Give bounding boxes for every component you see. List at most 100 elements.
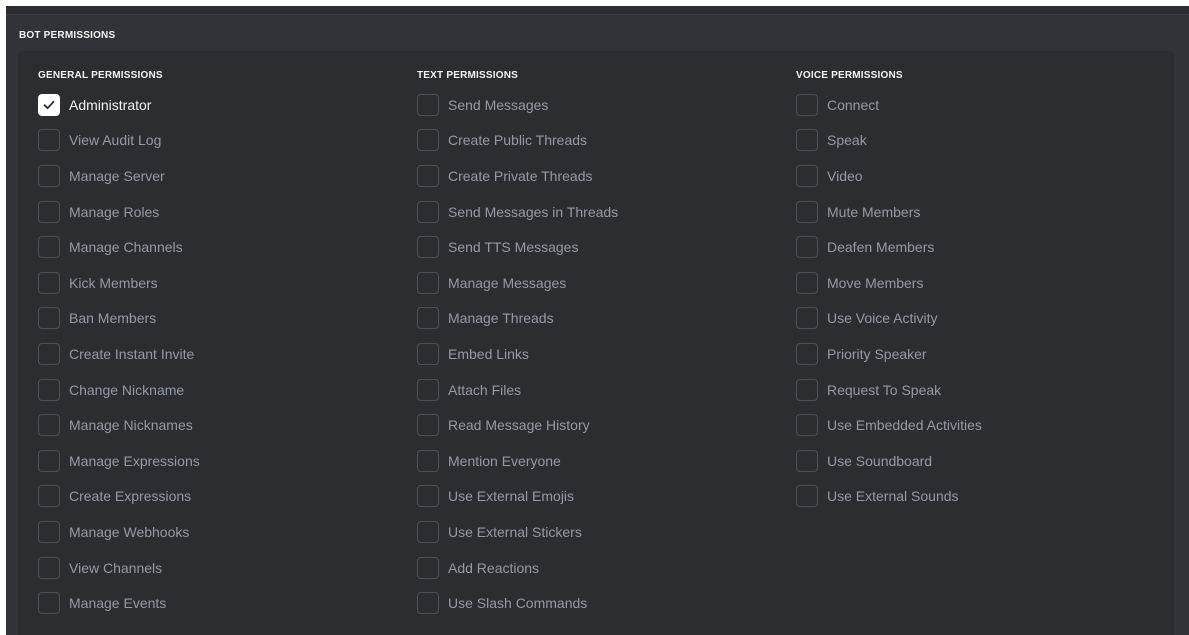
permission-checkbox[interactable] [38, 556, 60, 579]
permission-checkbox[interactable] [796, 307, 818, 330]
permission-checkbox[interactable] [38, 200, 60, 223]
permission-create-public-threads[interactable]: Create Public Threads [417, 123, 618, 159]
permission-label: Send Messages in Threads [448, 203, 619, 220]
permission-checkbox[interactable] [417, 164, 439, 187]
permission-read-message-history[interactable]: Read Message History [417, 407, 618, 443]
permission-checkbox[interactable] [796, 164, 818, 187]
permission-manage-nicknames[interactable]: Manage Nicknames [38, 407, 200, 443]
permission-label: Create Instant Invite [69, 345, 195, 362]
permission-checkbox[interactable] [38, 520, 60, 543]
permission-checkbox[interactable] [796, 378, 818, 401]
permission-manage-events[interactable]: Manage Events [38, 585, 200, 621]
permission-use-external-stickers[interactable]: Use External Stickers [417, 514, 618, 550]
permission-use-voice-activity[interactable]: Use Voice Activity [796, 301, 982, 337]
permission-deafen-members[interactable]: Deafen Members [796, 229, 982, 265]
permission-checkbox[interactable] [38, 236, 60, 259]
permission-checkbox[interactable] [796, 342, 818, 365]
permission-checkbox[interactable] [417, 200, 439, 223]
permission-label: Manage Messages [448, 274, 567, 291]
permission-checkbox[interactable] [796, 129, 818, 152]
permission-create-private-threads[interactable]: Create Private Threads [417, 158, 618, 194]
permission-checkbox[interactable] [38, 592, 60, 615]
permission-label: Attach Files [448, 381, 522, 398]
permission-kick-members[interactable]: Kick Members [38, 265, 200, 301]
permission-checkbox[interactable] [38, 129, 60, 152]
permission-label: Move Members [827, 274, 924, 291]
permission-checkbox[interactable] [796, 236, 818, 259]
general-permissions-list: Administrator View Audit Log Manage Server… [38, 87, 200, 621]
permission-checkbox[interactable] [417, 449, 439, 472]
permission-checkbox[interactable] [417, 307, 439, 330]
permission-checkbox[interactable] [796, 485, 818, 508]
permission-label: Add Reactions [448, 559, 540, 576]
permission-view-channels[interactable]: View Channels [38, 550, 200, 586]
permission-use-soundboard[interactable]: Use Soundboard [796, 443, 982, 479]
permission-checkbox[interactable] [417, 520, 439, 543]
permission-use-external-sounds[interactable]: Use External Sounds [796, 479, 982, 515]
permission-ban-members[interactable]: Ban Members [38, 301, 200, 337]
permission-checkbox[interactable] [417, 485, 439, 508]
permission-send-tts-messages[interactable]: Send TTS Messages [417, 229, 618, 265]
permission-label: Embed Links [448, 345, 529, 362]
permission-create-expressions[interactable]: Create Expressions [38, 479, 200, 515]
permission-mute-members[interactable]: Mute Members [796, 194, 982, 230]
permission-mention-everyone[interactable]: Mention Everyone [417, 443, 618, 479]
permission-checkbox[interactable] [417, 93, 439, 116]
permission-checkbox[interactable] [796, 93, 818, 116]
permission-manage-webhooks[interactable]: Manage Webhooks [38, 514, 200, 550]
section-title: BOT PERMISSIONS [19, 30, 116, 41]
permission-checkbox[interactable] [796, 414, 818, 437]
permission-label: Send TTS Messages [448, 239, 579, 256]
permission-checkbox[interactable] [38, 271, 60, 294]
permission-manage-messages[interactable]: Manage Messages [417, 265, 618, 301]
permission-checkbox[interactable] [796, 449, 818, 472]
permission-checkbox[interactable] [38, 449, 60, 472]
permission-speak[interactable]: Speak [796, 123, 982, 159]
permission-checkbox[interactable] [417, 592, 439, 615]
permission-label: Ban Members [69, 310, 157, 327]
permission-label: Use External Stickers [448, 523, 582, 540]
permission-request-to-speak[interactable]: Request To Speak [796, 372, 982, 408]
permission-video[interactable]: Video [796, 158, 982, 194]
permission-send-messages-in-threads[interactable]: Send Messages in Threads [417, 194, 618, 230]
permission-connect[interactable]: Connect [796, 87, 982, 123]
permission-send-messages[interactable]: Send Messages [417, 87, 618, 123]
voice-permissions-list: Connect Speak Video Mute Members Deafen Memb… [796, 87, 982, 514]
permission-create-instant-invite[interactable]: Create Instant Invite [38, 336, 200, 372]
column-title-text: TEXT PERMISSIONS [417, 70, 518, 81]
permission-checkbox[interactable] [796, 200, 818, 223]
permission-checkbox[interactable] [38, 342, 60, 365]
permission-checkbox[interactable] [417, 414, 439, 437]
permission-move-members[interactable]: Move Members [796, 265, 982, 301]
permission-attach-files[interactable]: Attach Files [417, 372, 618, 408]
permission-embed-links[interactable]: Embed Links [417, 336, 618, 372]
permission-priority-speaker[interactable]: Priority Speaker [796, 336, 982, 372]
permission-manage-channels[interactable]: Manage Channels [38, 229, 200, 265]
permission-label: Manage Webhooks [69, 523, 190, 540]
permission-manage-expressions[interactable]: Manage Expressions [38, 443, 200, 479]
permission-use-slash-commands[interactable]: Use Slash Commands [417, 585, 618, 621]
permission-manage-threads[interactable]: Manage Threads [417, 301, 618, 337]
permission-add-reactions[interactable]: Add Reactions [417, 550, 618, 586]
permission-checkbox[interactable] [38, 378, 60, 401]
permission-checkbox[interactable] [38, 485, 60, 508]
permission-manage-server[interactable]: Manage Server [38, 158, 200, 194]
permission-checkbox[interactable] [417, 271, 439, 294]
permission-use-embedded-activities[interactable]: Use Embedded Activities [796, 407, 982, 443]
permission-checkbox[interactable] [417, 378, 439, 401]
permission-checkbox[interactable] [796, 271, 818, 294]
permission-checkbox[interactable] [417, 129, 439, 152]
permission-administrator[interactable]: Administrator [38, 87, 200, 123]
permission-manage-roles[interactable]: Manage Roles [38, 194, 200, 230]
permission-checkbox[interactable] [417, 236, 439, 259]
permission-change-nickname[interactable]: Change Nickname [38, 372, 200, 408]
permission-view-audit-log[interactable]: View Audit Log [38, 123, 200, 159]
permission-checkbox[interactable] [417, 342, 439, 365]
permission-use-external-emojis[interactable]: Use External Emojis [417, 479, 618, 515]
permission-checkbox[interactable] [38, 164, 60, 187]
permission-checkbox[interactable] [417, 556, 439, 579]
top-divider [6, 6, 1189, 15]
permission-checkbox[interactable] [38, 307, 60, 330]
permission-checkbox[interactable] [38, 93, 60, 116]
permission-checkbox[interactable] [38, 414, 60, 437]
